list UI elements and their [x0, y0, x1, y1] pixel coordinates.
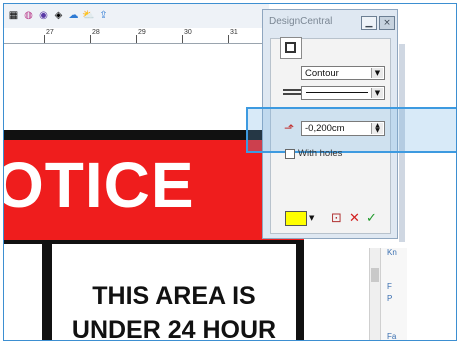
offset-icon: ⬏ — [284, 121, 295, 135]
ruler-label: 30 — [184, 29, 192, 36]
side-label[interactable]: F — [387, 282, 392, 291]
offset-input[interactable]: -0,200cm ▲ ▼ — [301, 121, 385, 136]
minimize-button[interactable]: ▁ — [361, 16, 377, 30]
close-button[interactable]: × — [379, 16, 395, 30]
check-icon[interactable]: ✓ — [364, 210, 379, 226]
cloud-icon[interactable]: ☁ — [67, 10, 80, 23]
close-icon: × — [383, 18, 391, 28]
ruler-label: 27 — [46, 29, 54, 36]
minimize-icon: ▁ — [365, 18, 373, 28]
ruler-tick — [228, 35, 229, 43]
with-holes-checkbox[interactable]: With holes — [285, 148, 342, 159]
scrollbar-thumb[interactable] — [371, 268, 379, 282]
contour-select-value: Contour — [305, 68, 339, 79]
sign-header: OTICE — [4, 140, 304, 240]
line-style-select[interactable]: ▼ — [301, 86, 385, 100]
sign-text-panel: THIS AREA IS UNDER 24 HOUR — [52, 244, 296, 341]
offset-input-value: -0,200cm — [305, 123, 345, 134]
chevron-down-icon: ▼ — [371, 68, 383, 78]
vertical-scrollbar[interactable] — [369, 248, 380, 340]
ruler-tick — [182, 35, 183, 43]
side-label[interactable]: Kn — [387, 248, 397, 257]
checkbox-box[interactable] — [285, 148, 295, 159]
ruler-tick — [136, 35, 137, 43]
fill-color-swatch[interactable] — [285, 211, 307, 226]
chevron-down-icon: ▼ — [371, 88, 383, 98]
layers-icon[interactable]: ◈ — [52, 10, 65, 23]
contour-tool-icon[interactable] — [280, 37, 302, 59]
sign-left-panel — [4, 244, 42, 340]
sign-line-2: UNDER 24 HOUR — [71, 316, 277, 341]
panel-title: DesignCentral — [269, 16, 333, 27]
ruler-label: 28 — [92, 29, 100, 36]
toolbar: ▦ ◍ ◉ ◈ ☁ ⛅ ⇪ — [4, 4, 269, 29]
app-window: ▦ ◍ ◉ ◈ ☁ ⛅ ⇪ 27 28 29 30 31 OTICE THIS … — [3, 3, 457, 341]
cancel-icon[interactable]: ✕ — [347, 210, 362, 226]
side-label[interactable]: Fa — [387, 332, 396, 340]
ruler-label: 29 — [138, 29, 146, 36]
crop-icon[interactable]: ◉ — [37, 10, 50, 23]
line-style-icon — [283, 89, 301, 99]
apply-icon[interactable]: ⊡ — [329, 210, 344, 226]
ruler-tick — [44, 35, 45, 43]
line-style-preview — [306, 92, 368, 93]
chevron-down-icon[interactable]: ▼ — [309, 214, 319, 224]
contour-select[interactable]: Contour ▼ — [301, 66, 385, 80]
sign-header-text: OTICE — [4, 149, 195, 221]
color-wheel-icon[interactable]: ◍ — [22, 10, 35, 23]
sign-line-1: THIS AREA IS — [92, 282, 256, 310]
ruler-label: 31 — [230, 29, 238, 36]
cloud-share-icon[interactable]: ⇪ — [97, 10, 110, 23]
horizontal-ruler: 27 28 29 30 31 — [4, 28, 266, 44]
side-panel: Kn F P Fa — [380, 248, 407, 340]
ruler-tick — [90, 35, 91, 43]
spinner-icon[interactable]: ▲ ▼ — [371, 123, 383, 134]
cloud-up-icon[interactable]: ⛅ — [82, 10, 95, 23]
with-holes-label: With holes — [298, 148, 343, 159]
side-label[interactable]: P — [387, 294, 392, 303]
color-palette-icon[interactable]: ▦ — [7, 10, 20, 23]
